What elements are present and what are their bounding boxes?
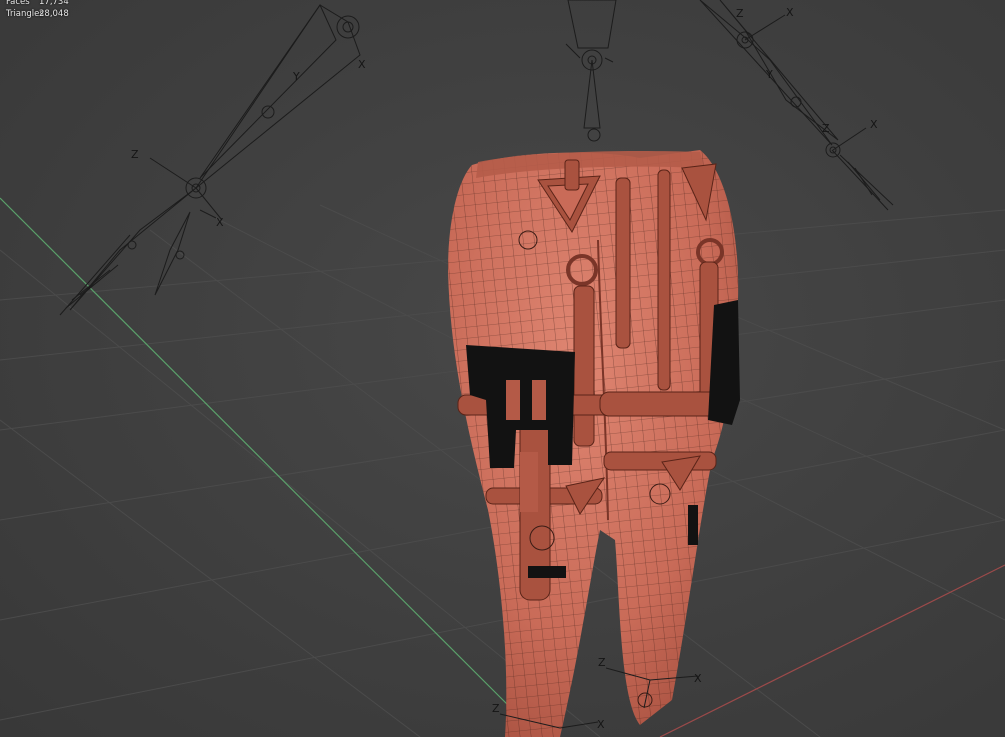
axis-label-z: Z (131, 148, 139, 161)
faces-value: 17,734 (39, 0, 69, 7)
triangles-stat: Triangles 28,048 (6, 8, 69, 20)
axis-label-x: X (597, 718, 605, 731)
axis-label-x: X (694, 672, 702, 685)
axis-label-z: Z (822, 122, 830, 135)
axis-label-x: X (216, 216, 224, 229)
axis-label-y: Y (292, 70, 300, 83)
axis-label-x: X (870, 118, 878, 131)
spine-bones[interactable] (565, 0, 617, 142)
axis-label-x: X (786, 6, 794, 19)
axis-label-z: Z (598, 656, 606, 669)
axis-label-y: Y (765, 68, 773, 81)
axis-labels-left-arm: Z Y X X (131, 58, 366, 229)
3d-viewport[interactable]: Z Y X X Z X Y Z X Z X Z X Faces 17,734 T… (0, 0, 1005, 737)
viewport-statistics: Faces 17,734 Triangles 28,048 (6, 0, 69, 20)
faces-label: Faces (6, 0, 30, 7)
axis-label-z: Z (736, 7, 744, 20)
x-axis-line (659, 564, 1005, 737)
right-arm-bones[interactable] (699, 0, 894, 211)
axis-label-z: Z (492, 702, 500, 715)
viewport-canvas[interactable]: Z Y X X Z X Y Z X Z X Z X (0, 0, 1005, 737)
axis-label-x: X (358, 58, 366, 71)
triangles-label: Triangles (6, 9, 44, 19)
faces-stat: Faces 17,734 (6, 0, 69, 8)
triangles-value: 28,048 (39, 9, 69, 19)
